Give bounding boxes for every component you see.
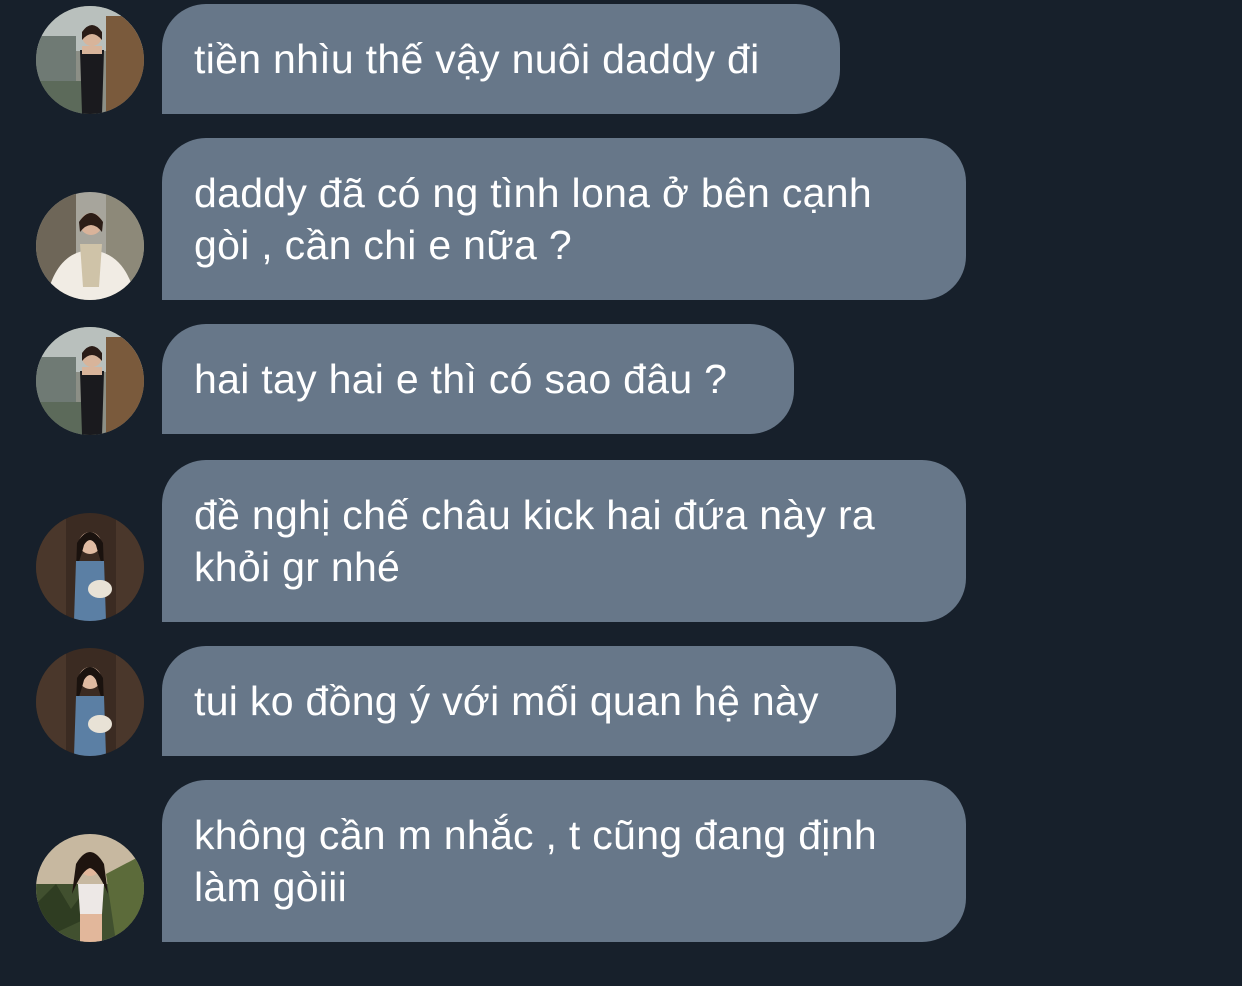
message-bubble[interactable]: tiền nhìu thế vậy nuôi daddy đi [162,4,840,114]
message-text: đề nghị chế châu kick hai đứa này ra khỏ… [194,492,875,590]
avatar[interactable] [36,834,144,942]
message-bubble[interactable]: daddy đã có ng tình lona ở bên cạnh gòi … [162,138,966,300]
message-text: không cần m nhắc , t cũng đang định làm … [194,812,877,910]
message-bubble[interactable]: đề nghị chế châu kick hai đứa này ra khỏ… [162,460,966,622]
avatar[interactable] [36,327,144,435]
message-text: tiền nhìu thế vậy nuôi daddy đi [194,36,760,82]
avatar[interactable] [36,648,144,756]
avatar[interactable] [36,192,144,300]
avatar[interactable] [36,6,144,114]
message-text: tui ko đồng ý với mối quan hệ này [194,678,819,724]
message-text: daddy đã có ng tình lona ở bên cạnh gòi … [194,170,872,268]
message-bubble[interactable]: hai tay hai e thì có sao đâu ? [162,324,794,434]
avatar[interactable] [36,513,144,621]
chat-thread: tiền nhìu thế vậy nuôi daddy đi daddy đã… [0,0,1242,986]
message-bubble[interactable]: tui ko đồng ý với mối quan hệ này [162,646,896,756]
message-bubble[interactable]: không cần m nhắc , t cũng đang định làm … [162,780,966,942]
message-text: hai tay hai e thì có sao đâu ? [194,356,728,402]
